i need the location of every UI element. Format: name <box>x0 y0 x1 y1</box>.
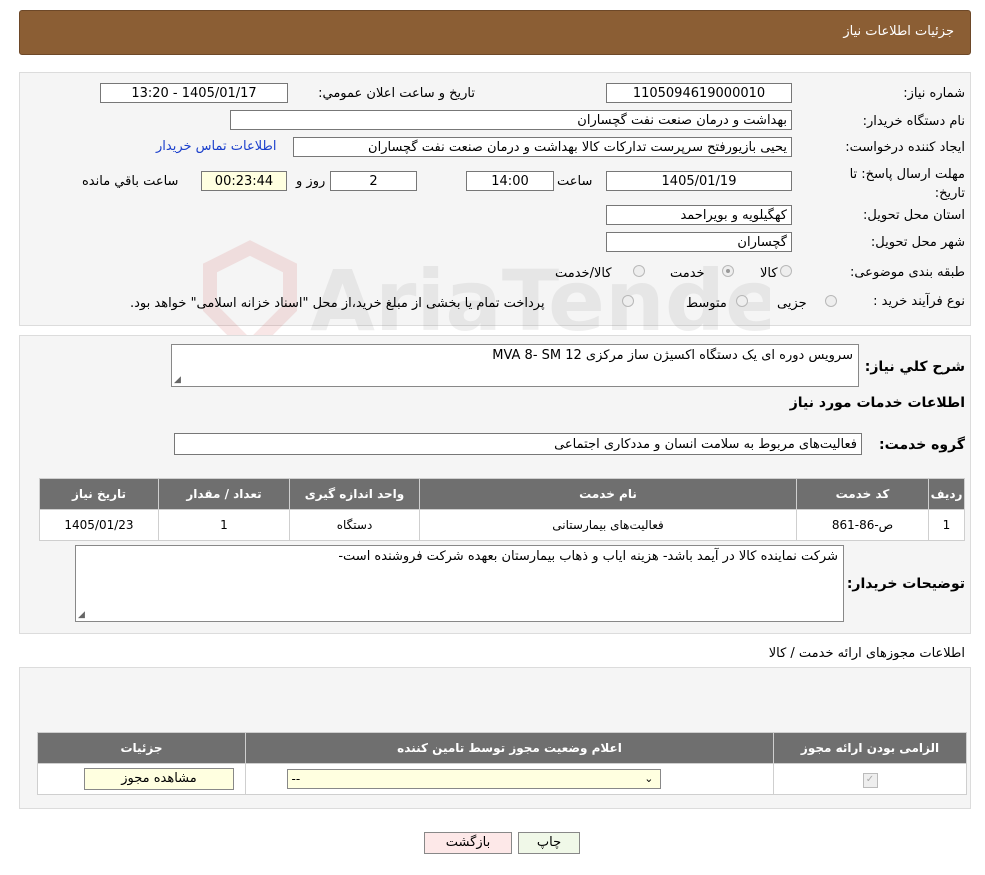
col-code-header: کد خدمت <box>796 478 929 510</box>
resize-grip-icon[interactable]: ◢ <box>174 375 181 385</box>
services-table-header: ردیف کد خدمت نام خدمت واحد اندازه گیری ت… <box>39 478 965 510</box>
announce-datetime-field: 1405/01/17 - 13:20 <box>100 83 288 103</box>
summary-text: سرویس دوره ای یک دستگاه اکسیژن ساز مرکزی… <box>492 348 853 363</box>
page-header: جزئیات اطلاعات نیاز <box>19 10 971 55</box>
col-name-header: نام خدمت <box>419 478 797 510</box>
buyer-notes-label: توضیحات خریدار: <box>846 576 965 592</box>
page-title: جزئیات اطلاعات نیاز <box>843 24 954 39</box>
remaining-time-field: 00:23:44 <box>201 171 287 191</box>
chevron-down-icon: ⌄ <box>644 772 654 785</box>
buyer-notes-textarea[interactable]: شرکت نماینده کالا در آیمد باشد- هزینه ای… <box>75 545 844 622</box>
col-status-header: اعلام وضعیت مجوز توسط تامین کننده <box>245 732 774 764</box>
category-label: طبقه بندی موضوعی: <box>849 265 965 280</box>
city-field: گچساران <box>606 232 792 252</box>
process-option-partial: جزیی <box>777 296 807 311</box>
services-section-title: اطلاعات خدمات مورد نیاز <box>789 395 965 411</box>
cell-qty: 1 <box>158 509 290 541</box>
deadline-date-field: 1405/01/19 <box>606 171 792 191</box>
permits-table-header: الزامی بودن ارائه مجوز اعلام وضعیت مجوز … <box>37 732 967 764</box>
required-checkbox-icon: ✓ <box>862 772 878 788</box>
col-qty-header: تعداد / مقدار <box>158 478 290 510</box>
col-details-header: جزئیات <box>37 732 246 764</box>
treasury-payment-checkbox[interactable] <box>622 295 634 307</box>
summary-textarea[interactable]: سرویس دوره ای یک دستگاه اکسیژن ساز مرکزی… <box>171 344 859 387</box>
province-label: استان محل تحویل: <box>863 208 965 223</box>
remaining-time-label: ساعت باقي مانده <box>82 174 179 189</box>
process-option-medium: متوسط <box>686 296 727 311</box>
cell-details: مشاهده مجوز <box>37 763 246 795</box>
cell-code: ص-86-861 <box>796 509 929 541</box>
table-row: 1 ص-86-861 فعالیت‌های بیمارستانی دستگاه … <box>39 509 965 541</box>
category-radio-goods-service[interactable] <box>633 265 645 277</box>
requester-field: یحیی بازیورفتح سرپرست تدارکات کالا بهداش… <box>293 137 792 157</box>
view-permit-button[interactable]: مشاهده مجوز <box>84 768 234 790</box>
category-radio-service[interactable] <box>722 265 734 277</box>
col-required-header: الزامی بودن ارائه مجوز <box>773 732 967 764</box>
cell-status: -- ⌄ <box>245 763 774 795</box>
category-option-goods: کالا <box>760 266 778 281</box>
cell-unit: دستگاه <box>289 509 420 541</box>
print-button[interactable]: چاپ <box>518 832 580 854</box>
buyer-org-field: بهداشت و درمان صنعت نفت گچساران <box>230 110 792 130</box>
summary-label: شرح کلي نیاز: <box>864 359 965 375</box>
category-option-goods-service: کالا/خدمت <box>555 266 612 281</box>
announce-datetime-label: تاریخ و ساعت اعلان عمومي: <box>318 86 475 101</box>
deadline-label: مهلت ارسال پاسخ: تا تاریخ: <box>849 167 965 201</box>
deadline-time-label: ساعت <box>557 174 593 189</box>
process-type-label: نوع فرآیند خرید : <box>873 294 965 309</box>
services-table: ردیف کد خدمت نام خدمت واحد اندازه گیری ت… <box>39 478 965 541</box>
cell-name: فعالیت‌های بیمارستانی <box>419 509 797 541</box>
col-unit-header: واحد اندازه گیری <box>289 478 420 510</box>
days-field: 2 <box>330 171 417 191</box>
permits-table: الزامی بودن ارائه مجوز اعلام وضعیت مجوز … <box>37 732 967 795</box>
service-group-field: فعالیت‌های مربوط به سلامت انسان و مددکار… <box>174 433 862 455</box>
permits-section-title: اطلاعات مجوزهای ارائه خدمت / کالا <box>768 646 965 661</box>
process-radio-partial[interactable] <box>825 295 837 307</box>
cell-row: 1 <box>928 509 965 541</box>
cell-required: ✓ <box>773 763 967 795</box>
permit-status-selected: -- <box>291 772 301 786</box>
category-radio-goods[interactable] <box>780 265 792 277</box>
table-row: ✓ -- ⌄ مشاهده مجوز <box>37 763 967 795</box>
days-label: روز و <box>296 174 326 189</box>
province-field: کهگیلویه و بویراحمد <box>606 205 792 225</box>
deadline-time-field: 14:00 <box>466 171 554 191</box>
city-label: شهر محل تحویل: <box>870 235 965 250</box>
treasury-payment-note: پرداخت تمام یا بخشی از مبلغ خرید،از محل … <box>130 296 545 311</box>
back-button[interactable]: بازگشت <box>424 832 512 854</box>
buyer-notes-text: شرکت نماینده کالا در آیمد باشد- هزینه ای… <box>338 549 838 564</box>
buyer-contact-link[interactable]: اطلاعات تماس خریدار <box>156 139 276 154</box>
requester-label: ایجاد کننده درخواست: <box>845 140 965 155</box>
category-option-service: خدمت <box>670 266 705 281</box>
process-radio-medium[interactable] <box>736 295 748 307</box>
need-number-label: شماره نیاز: <box>903 86 965 101</box>
col-date-header: تاریخ نیاز <box>39 478 159 510</box>
buyer-org-label: نام دستگاه خریدار: <box>862 114 965 129</box>
col-row-header: ردیف <box>928 478 965 510</box>
service-group-label: گروه خدمت: <box>879 437 965 453</box>
resize-grip-icon[interactable]: ◢ <box>78 610 85 620</box>
permit-status-select[interactable]: -- ⌄ <box>286 769 661 789</box>
cell-date: 1405/01/23 <box>39 509 159 541</box>
need-number-field: 1105094619000010 <box>606 83 792 103</box>
